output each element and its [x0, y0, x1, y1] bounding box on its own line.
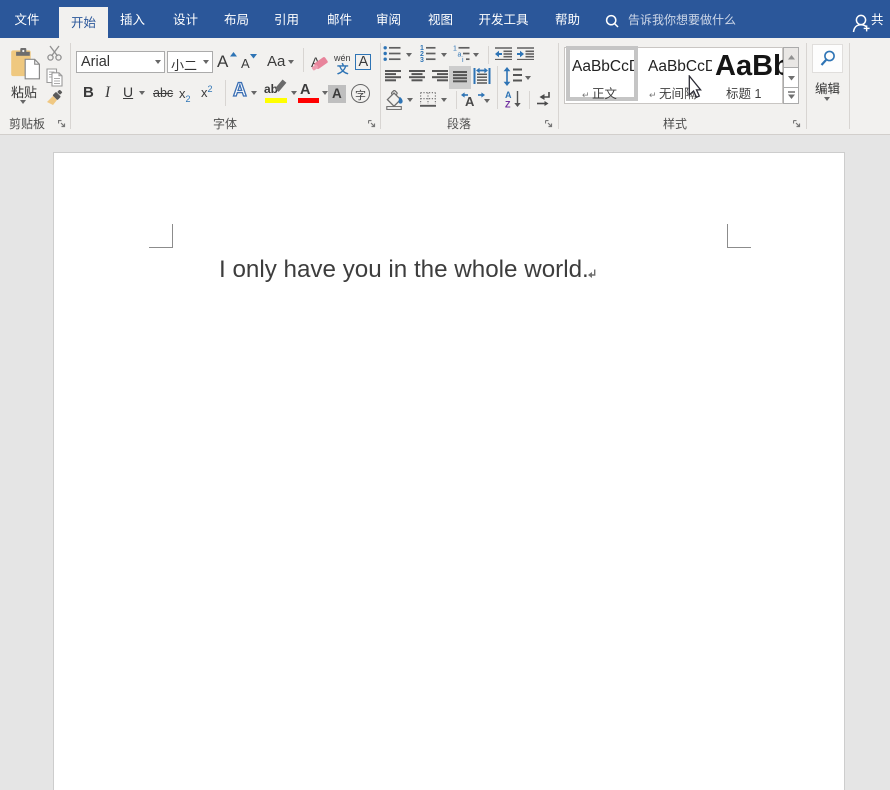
svg-text:3: 3 — [420, 57, 424, 62]
svg-text:1: 1 — [453, 46, 457, 53]
svg-text:Z: Z — [505, 100, 511, 109]
svg-text:i: i — [462, 57, 464, 62]
svg-text:a: a — [458, 52, 462, 59]
svg-text:A: A — [505, 90, 512, 100]
